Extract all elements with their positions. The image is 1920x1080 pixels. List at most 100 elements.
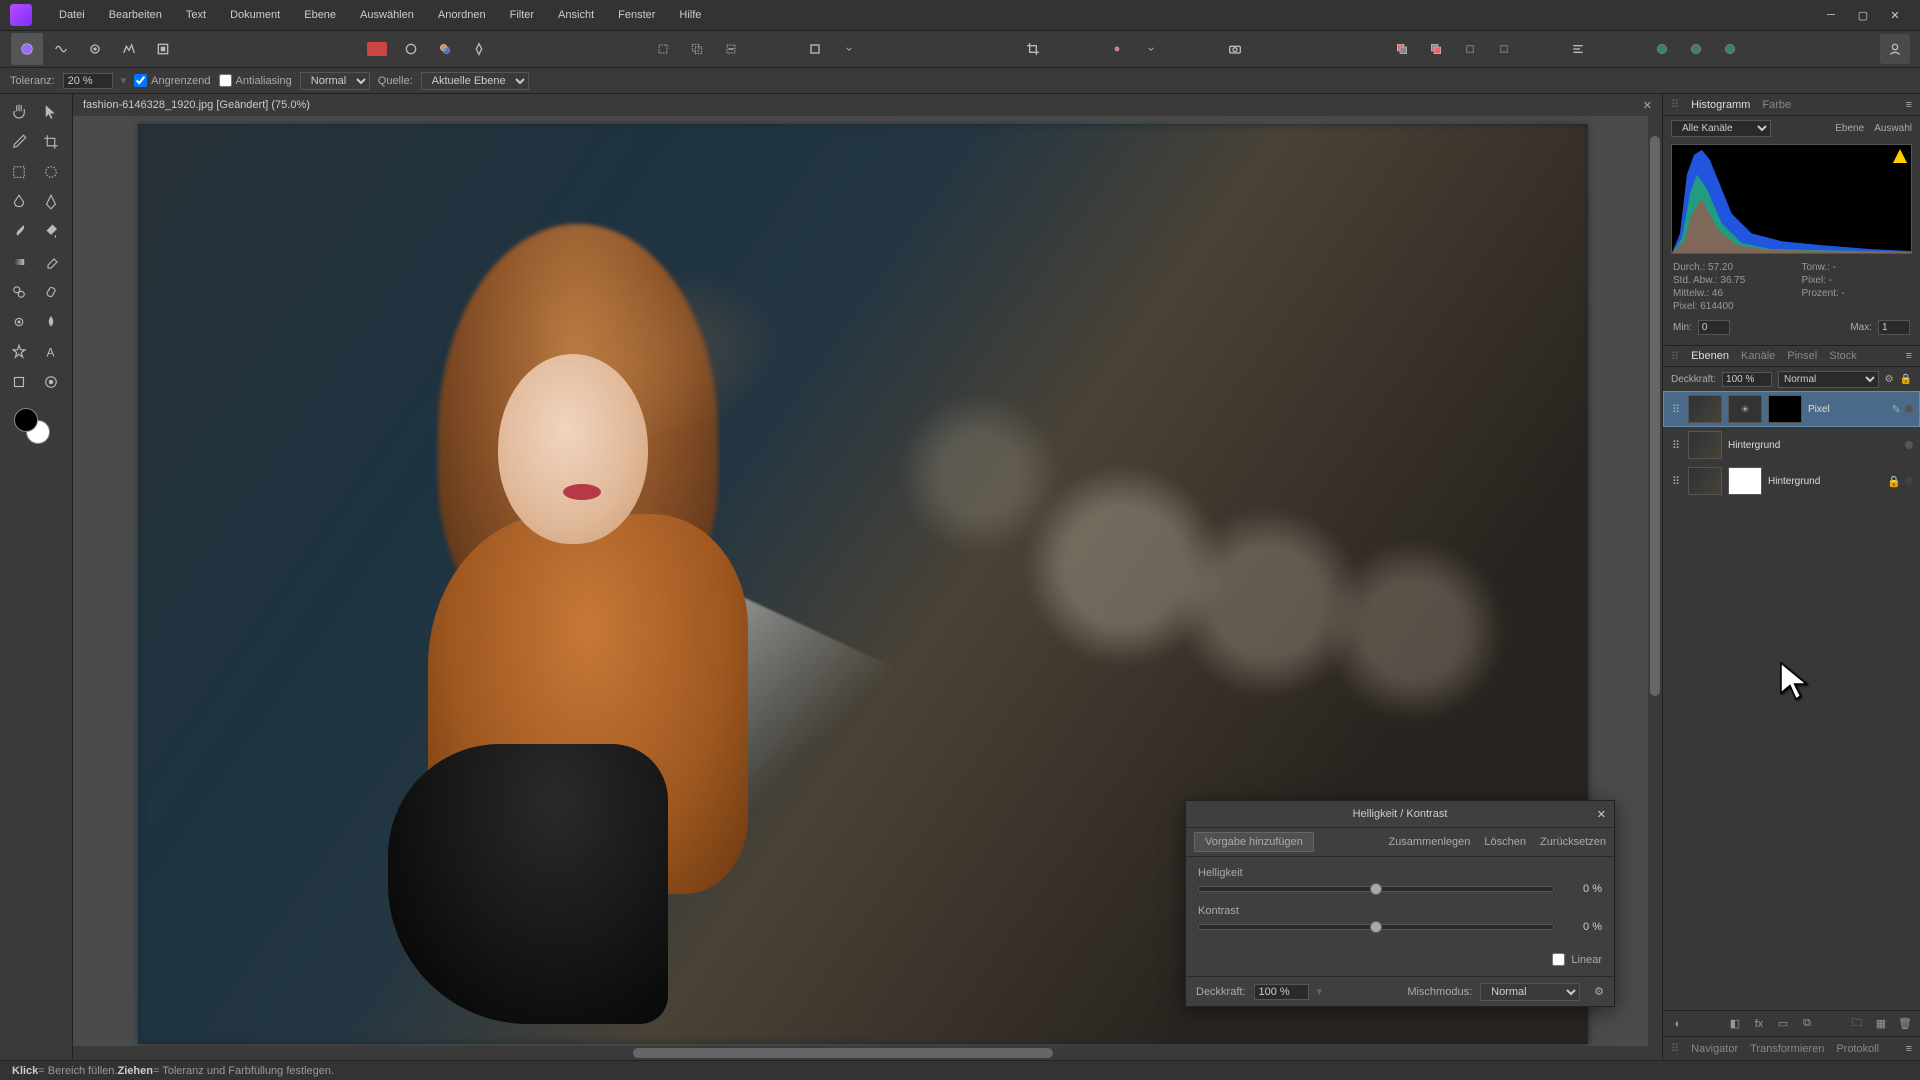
maximize-button[interactable]: ▢ bbox=[1856, 8, 1870, 22]
contiguous-checkbox[interactable]: Angrenzend bbox=[134, 74, 210, 87]
mask-thumb[interactable] bbox=[1768, 395, 1802, 423]
tab-transformieren[interactable]: Transformieren bbox=[1750, 1043, 1824, 1055]
delete-button[interactable]: Löschen bbox=[1484, 836, 1526, 848]
color-picker-tool-icon[interactable] bbox=[4, 128, 34, 156]
add-fx-icon[interactable]: fx bbox=[1750, 1015, 1768, 1033]
clone-tool-icon[interactable] bbox=[4, 278, 34, 306]
selection-new-icon[interactable] bbox=[647, 33, 679, 65]
edit-icon[interactable]: ✎ bbox=[1892, 403, 1901, 416]
close-button[interactable]: ✕ bbox=[1888, 8, 1902, 22]
arrange-back-icon[interactable] bbox=[1420, 33, 1452, 65]
menu-auswaehlen[interactable]: Auswählen bbox=[348, 0, 426, 30]
layer-visibility-icon[interactable]: ⠿ bbox=[1670, 403, 1682, 416]
move-tool-icon[interactable] bbox=[36, 98, 66, 126]
menu-fenster[interactable]: Fenster bbox=[606, 0, 667, 30]
menu-anordnen[interactable]: Anordnen bbox=[426, 0, 498, 30]
blend-dropdown[interactable]: Normal bbox=[1778, 371, 1879, 388]
menu-ebene[interactable]: Ebene bbox=[292, 0, 348, 30]
antialias-checkbox[interactable]: Antialiasing bbox=[219, 74, 292, 87]
source-dropdown[interactable]: Aktuelle Ebene bbox=[421, 72, 529, 90]
crop-tool-icon[interactable] bbox=[36, 128, 66, 156]
hand-tool-icon[interactable] bbox=[4, 98, 34, 126]
pen-tool-icon[interactable] bbox=[36, 188, 66, 216]
color-swatch[interactable] bbox=[12, 406, 52, 446]
photo-persona-icon[interactable] bbox=[11, 33, 43, 65]
dialog-close-icon[interactable]: ✕ bbox=[1597, 808, 1606, 821]
menu-datei[interactable]: Datei bbox=[47, 0, 97, 30]
selection-subtract-icon[interactable] bbox=[715, 33, 747, 65]
auto-levels-icon[interactable] bbox=[395, 33, 427, 65]
sync-upload-icon[interactable] bbox=[1680, 33, 1712, 65]
dodge-tool-icon[interactable] bbox=[4, 308, 34, 336]
selection-add-icon[interactable] bbox=[681, 33, 713, 65]
layer-row-pixel[interactable]: ⠿ ☀ Pixel ✎ bbox=[1663, 391, 1920, 427]
layer-row-hintergrund-2[interactable]: ⠿ Hintergrund 🔒 bbox=[1663, 463, 1920, 499]
arrange-forward-icon[interactable] bbox=[1454, 33, 1486, 65]
account-button[interactable] bbox=[1880, 34, 1910, 64]
hist-auswahl-link[interactable]: Auswahl bbox=[1874, 123, 1912, 134]
arrange-backward-icon[interactable] bbox=[1488, 33, 1520, 65]
add-preset-button[interactable]: Vorgabe hinzufügen bbox=[1194, 832, 1314, 852]
dialog-blend-dropdown[interactable]: Normal bbox=[1480, 983, 1580, 1001]
document-tab[interactable]: fashion-6146328_1920.jpg [Geändert] (75.… bbox=[83, 99, 310, 111]
tab-histogramm[interactable]: Histogramm bbox=[1691, 99, 1750, 111]
menu-ansicht[interactable]: Ansicht bbox=[546, 0, 606, 30]
layer-lock-icon[interactable]: 🔒 bbox=[1900, 374, 1912, 385]
merge-button[interactable]: Zusammenlegen bbox=[1388, 836, 1470, 848]
develop-persona-icon[interactable] bbox=[79, 33, 111, 65]
auto-color-icon[interactable] bbox=[429, 33, 461, 65]
layer-row-hintergrund-1[interactable]: ⠿ Hintergrund bbox=[1663, 427, 1920, 463]
minimize-button[interactable]: ─ bbox=[1824, 8, 1838, 22]
quick-mask-dd-icon[interactable] bbox=[833, 33, 865, 65]
add-mask-icon[interactable]: ▭ bbox=[1774, 1015, 1792, 1033]
menu-filter[interactable]: Filter bbox=[498, 0, 546, 30]
tab-stock[interactable]: Stock bbox=[1829, 350, 1857, 362]
bottom-menu-icon[interactable]: ≡ bbox=[1906, 1043, 1912, 1055]
dialog-title-bar[interactable]: Helligkeit / Kontrast ✕ bbox=[1186, 801, 1614, 827]
tab-pinsel[interactable]: Pinsel bbox=[1787, 350, 1817, 362]
vector-tool-icon[interactable] bbox=[4, 368, 34, 396]
blend-mode-dropdown[interactable]: Normal bbox=[300, 72, 370, 90]
tab-navigator[interactable]: Navigator bbox=[1691, 1043, 1738, 1055]
horizontal-scrollbar[interactable] bbox=[73, 1046, 1662, 1060]
sync-download-icon[interactable] bbox=[1714, 33, 1746, 65]
layer-visibility-icon[interactable]: ⠿ bbox=[1670, 475, 1682, 488]
group-layers-icon[interactable]: 🗀 bbox=[1848, 1015, 1866, 1033]
reset-button[interactable]: Zurücksetzen bbox=[1540, 836, 1606, 848]
flood-select-icon[interactable] bbox=[4, 188, 34, 216]
close-tab-icon[interactable]: ✕ bbox=[1643, 99, 1652, 112]
swatch-red-icon[interactable] bbox=[361, 33, 393, 65]
brightness-slider[interactable] bbox=[1198, 886, 1554, 892]
mesh-tool-icon[interactable] bbox=[36, 368, 66, 396]
crop-tool-icon[interactable] bbox=[1017, 33, 1049, 65]
sync-icon[interactable] bbox=[1646, 33, 1678, 65]
export-persona-icon[interactable] bbox=[147, 33, 179, 65]
opacity-input[interactable] bbox=[1722, 372, 1772, 387]
menu-dokument[interactable]: Dokument bbox=[218, 0, 292, 30]
add-layer-icon[interactable]: ▦ bbox=[1872, 1015, 1890, 1033]
eraser-tool-icon[interactable] bbox=[36, 248, 66, 276]
tab-kanaele[interactable]: Kanäle bbox=[1741, 350, 1775, 362]
menu-hilfe[interactable]: Hilfe bbox=[667, 0, 713, 30]
add-adjustment-icon[interactable]: ◧ bbox=[1726, 1015, 1744, 1033]
tab-farbe[interactable]: Farbe bbox=[1762, 99, 1791, 111]
healing-tool-icon[interactable] bbox=[36, 278, 66, 306]
alignment-dd-icon[interactable] bbox=[1135, 33, 1167, 65]
layer-gear-icon[interactable]: ⚙ bbox=[1885, 374, 1894, 385]
align-icon[interactable] bbox=[1562, 33, 1594, 65]
panel-menu-icon[interactable]: ≡ bbox=[1906, 99, 1912, 111]
channel-dropdown[interactable]: Alle Kanäle bbox=[1671, 120, 1771, 137]
quick-mask-icon[interactable] bbox=[799, 33, 831, 65]
dialog-opacity-input[interactable] bbox=[1254, 984, 1309, 1000]
alignment-icon[interactable] bbox=[1101, 33, 1133, 65]
paint-brush-icon[interactable] bbox=[4, 218, 34, 246]
add-live-filter-icon[interactable]: ⧉ bbox=[1798, 1015, 1816, 1033]
tab-protokoll[interactable]: Protokoll bbox=[1836, 1043, 1879, 1055]
tolerance-input[interactable] bbox=[63, 73, 113, 89]
delete-layer-icon[interactable]: 🗑 bbox=[1896, 1015, 1914, 1033]
vertical-scrollbar[interactable] bbox=[1648, 116, 1662, 1046]
layers-menu-icon[interactable]: ≡ bbox=[1906, 350, 1912, 362]
selection-brush-icon[interactable] bbox=[4, 158, 34, 186]
hist-ebene-link[interactable]: Ebene bbox=[1835, 123, 1864, 134]
blur-tool-icon[interactable] bbox=[36, 308, 66, 336]
